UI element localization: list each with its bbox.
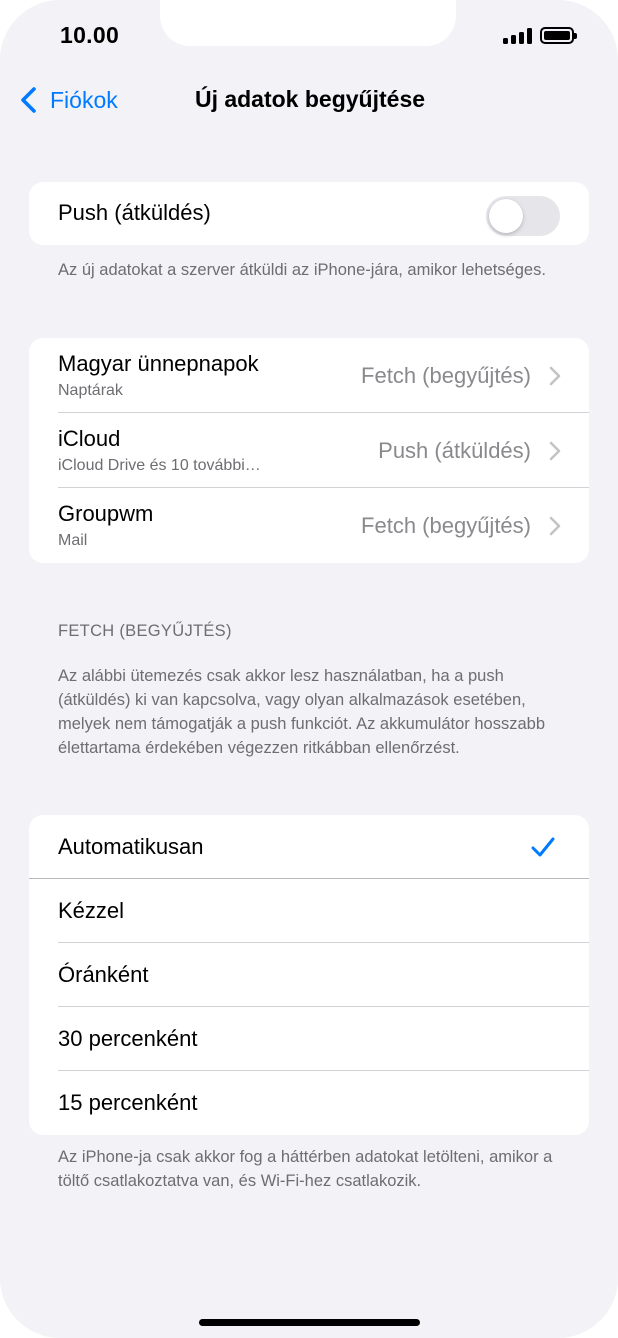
fetch-option-15-min[interactable]: 15 percenként xyxy=(29,1071,589,1135)
account-fetch-mode: Push (átküldés) xyxy=(378,438,531,463)
chevron-right-icon xyxy=(549,516,561,536)
cellular-signal-icon xyxy=(503,28,533,44)
chevron-right-icon xyxy=(549,441,561,461)
fetch-option-hourly[interactable]: Óránként xyxy=(29,943,589,1007)
fetch-description: Az alábbi ütemezés csak akkor lesz haszn… xyxy=(58,667,545,757)
chevron-left-icon xyxy=(21,87,36,113)
push-toggle[interactable] xyxy=(486,196,560,236)
fetch-option-30-min[interactable]: 30 percenként xyxy=(29,1007,589,1071)
account-name: iCloud xyxy=(58,426,121,451)
option-label: Automatikusan xyxy=(58,834,204,859)
push-label: Push (átküldés) xyxy=(58,200,211,225)
account-name: Magyar ünnepnapok xyxy=(58,351,259,376)
push-row: Push (átküldés) xyxy=(29,182,589,245)
option-label: 30 percenként xyxy=(58,1026,198,1051)
account-fetch-mode: Fetch (begyűjtés) xyxy=(361,513,531,538)
push-footer: Az új adatokat a szerver átküldi az iPho… xyxy=(58,261,546,279)
back-button-label: Fiókok xyxy=(50,86,118,113)
account-fetch-mode: Fetch (begyűjtés) xyxy=(361,363,531,388)
back-button[interactable]: Fiókok xyxy=(18,84,118,116)
option-label: Óránként xyxy=(58,962,149,987)
account-row-magyar-unnepnapok[interactable]: Magyar ünnepnapok Naptárak Fetch (begyűj… xyxy=(29,338,589,413)
page-title: Új adatok begyűjtése xyxy=(194,86,426,112)
checkmark-icon xyxy=(531,837,555,857)
fetch-footer: Az iPhone-ja csak akkor fog a háttérben … xyxy=(58,1148,553,1190)
option-label: Kézzel xyxy=(58,898,125,923)
chevron-right-icon xyxy=(549,366,561,386)
home-indicator[interactable] xyxy=(199,1319,420,1326)
battery-icon xyxy=(540,27,577,44)
accounts-group: Magyar ünnepnapok Naptárak Fetch (begyűj… xyxy=(29,338,589,563)
account-row-groupwm[interactable]: Groupwm Mail Fetch (begyűjtés) xyxy=(29,488,589,563)
account-name: Groupwm xyxy=(58,501,154,526)
device-notch xyxy=(160,0,456,46)
fetch-section-header: FETCH (BEGYŰJTÉS) xyxy=(58,622,232,640)
toggle-knob xyxy=(489,199,523,233)
account-row-icloud[interactable]: iCloud iCloud Drive és 10 további… Push … xyxy=(29,413,589,488)
fetch-option-manual[interactable]: Kézzel xyxy=(29,879,589,943)
status-time: 10.00 xyxy=(60,22,120,48)
account-detail: iCloud Drive és 10 további… xyxy=(58,457,261,474)
account-detail: Mail xyxy=(58,532,88,549)
settings-screen: 10.00 Fiókok Új adatok begyűjtése Push (… xyxy=(0,0,618,1338)
account-detail: Naptárak xyxy=(58,382,123,399)
option-label: 15 percenként xyxy=(58,1090,198,1115)
fetch-option-automatic[interactable]: Automatikusan xyxy=(29,815,589,879)
push-group: Push (átküldés) xyxy=(29,182,589,245)
fetch-options-group: Automatikusan Kézzel Óránként 30 percenk… xyxy=(29,815,589,1135)
